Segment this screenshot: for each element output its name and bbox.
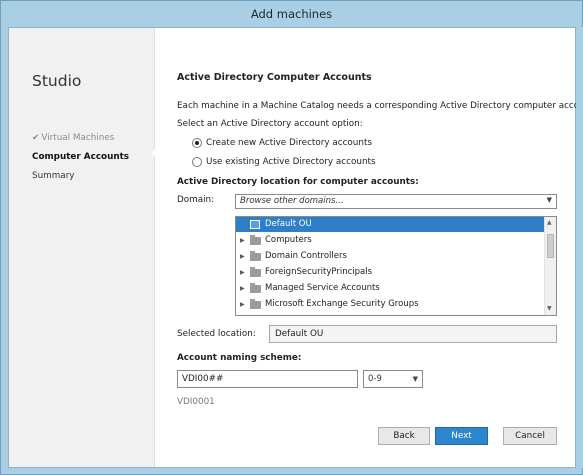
app-name: Studio: [32, 72, 82, 90]
naming-preview: VDI0001: [177, 397, 215, 407]
step-summary[interactable]: Summary: [32, 171, 75, 181]
ou-icon: [250, 220, 260, 229]
add-machines-window: Add machines Studio ✔ Virtual Machines Co…: [0, 0, 583, 475]
selected-location-label: Selected location:: [177, 329, 256, 339]
folder-icon: [250, 267, 261, 277]
step-label: Summary: [32, 171, 75, 181]
naming-type-value: 0-9: [368, 374, 382, 384]
tree-item-computers[interactable]: ▶ Computers: [236, 233, 544, 248]
selected-location-field: Default OU: [269, 325, 557, 343]
scroll-up-icon[interactable]: ▲: [547, 219, 552, 226]
step-label: Virtual Machines: [41, 133, 115, 143]
tree-scrollbar[interactable]: ▲ ▼: [544, 217, 556, 315]
option-label: Select an Active Directory account optio…: [177, 119, 363, 129]
radio-use-existing[interactable]: [192, 157, 202, 167]
naming-scheme-input[interactable]: VDI00##: [177, 370, 358, 388]
tree-item-label: Managed Service Accounts: [265, 283, 380, 293]
wizard-body: Studio ✔ Virtual Machines Computer Accoun…: [8, 27, 583, 468]
folder-icon: [250, 251, 261, 261]
domain-value: Browse other domains...: [240, 196, 344, 206]
tree-item-exchange-security-groups[interactable]: ▶ Microsoft Exchange Security Groups: [236, 297, 544, 312]
expand-icon[interactable]: ▶: [240, 233, 245, 248]
expand-icon[interactable]: ▶: [240, 265, 245, 280]
tree-item-label: Default OU: [265, 219, 312, 229]
tree-item-label: ForeignSecurityPrincipals: [265, 267, 373, 277]
tree-item-label: Microsoft Exchange Security Groups: [265, 299, 419, 309]
naming-type-dropdown[interactable]: 0-9 ▼: [363, 370, 423, 388]
step-virtual-machines[interactable]: ✔ Virtual Machines: [32, 133, 114, 143]
selected-location-value: Default OU: [275, 329, 324, 339]
step-label: Computer Accounts: [32, 152, 130, 162]
wizard-sidebar: Studio ✔ Virtual Machines Computer Accoun…: [9, 28, 155, 467]
radio-use-existing-label[interactable]: Use existing Active Directory accounts: [206, 157, 376, 167]
main-panel: Active Directory Computer Accounts Each …: [177, 28, 583, 467]
scrollbar-thumb[interactable]: [547, 234, 554, 258]
expand-icon[interactable]: ▶: [240, 249, 245, 264]
cancel-button[interactable]: Cancel: [503, 427, 557, 445]
tree-item-domain-controllers[interactable]: ▶ Domain Controllers: [236, 249, 544, 264]
tree-item-label: Computers: [265, 235, 312, 245]
current-step-indicator: [151, 148, 156, 158]
next-button[interactable]: Next: [435, 427, 488, 445]
tree-item-label: Domain Controllers: [265, 251, 347, 261]
domain-dropdown[interactable]: Browse other domains... ▼: [235, 194, 557, 209]
chevron-down-icon: ▼: [412, 375, 418, 383]
expand-icon[interactable]: ▶: [240, 297, 245, 312]
back-button[interactable]: Back: [378, 427, 430, 445]
folder-icon: [250, 235, 261, 245]
tree-item-managed-service-accounts[interactable]: ▶ Managed Service Accounts: [236, 281, 544, 296]
folder-icon: [250, 283, 261, 293]
window-frame-edge: [576, 27, 583, 468]
step-computer-accounts[interactable]: Computer Accounts: [32, 152, 129, 162]
expand-icon[interactable]: ▶: [240, 281, 245, 296]
location-label: Active Directory location for computer a…: [177, 177, 419, 187]
scroll-down-icon[interactable]: ▼: [547, 305, 552, 312]
checkmark-icon: ✔: [32, 133, 40, 143]
radio-create-new-label[interactable]: Create new Active Directory accounts: [206, 138, 372, 148]
window-title: Add machines: [250, 7, 333, 21]
naming-scheme-value: VDI00##: [182, 374, 224, 384]
page-title: Active Directory Computer Accounts: [177, 72, 372, 83]
tree-item-foreign-security-principals[interactable]: ▶ ForeignSecurityPrincipals: [236, 265, 544, 280]
folder-icon: [250, 299, 261, 309]
chevron-down-icon: ▼: [546, 196, 552, 204]
radio-create-new[interactable]: [192, 138, 202, 148]
domain-label: Domain:: [177, 195, 215, 205]
description-text: Each machine in a Machine Catalog needs …: [177, 101, 583, 111]
tree-item-default-ou[interactable]: Default OU: [236, 217, 544, 232]
ou-tree[interactable]: Default OU ▶ Computers ▶ Domain Controll…: [235, 216, 557, 316]
naming-scheme-label: Account naming scheme:: [177, 353, 302, 363]
